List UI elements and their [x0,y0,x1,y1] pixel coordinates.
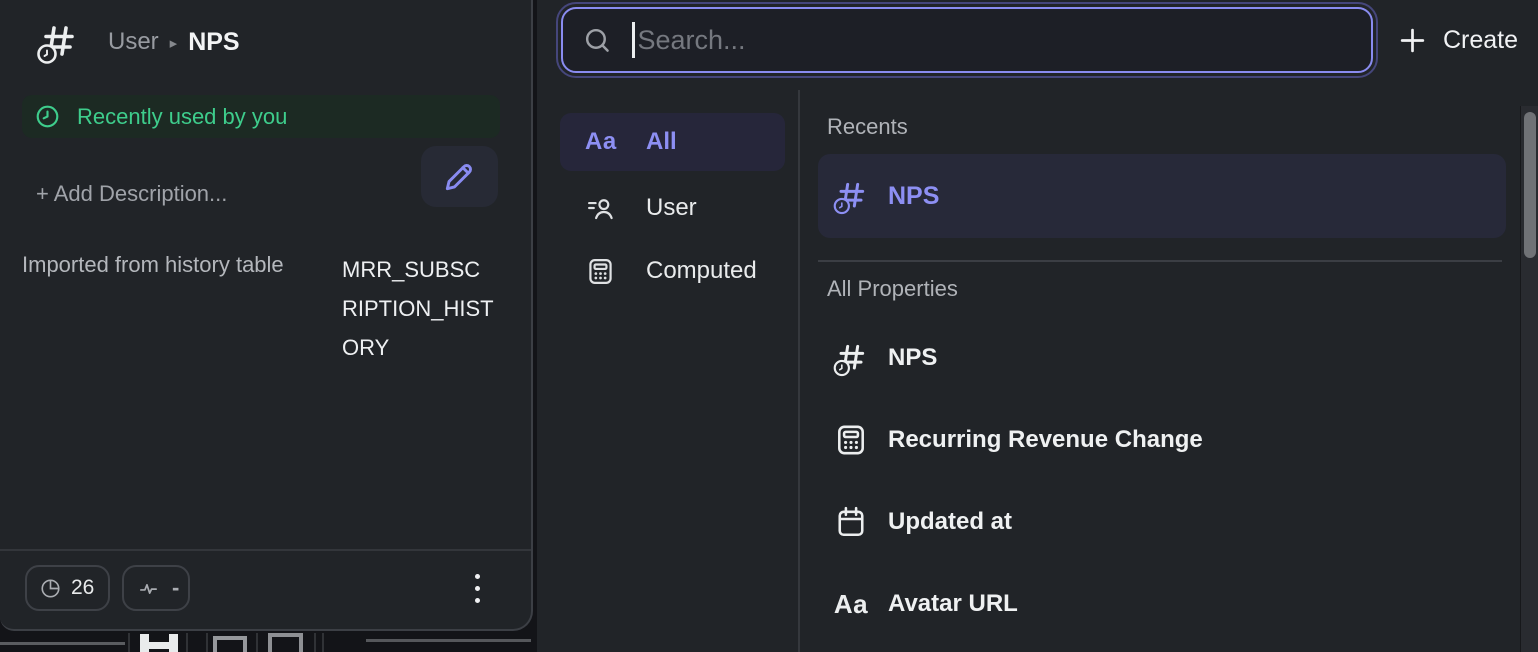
breadcrumb-current: NPS [188,28,239,57]
filter-tab-computed[interactable]: Computed [560,245,785,297]
pie-chart-icon [39,577,62,600]
result-item-label: Updated at [888,508,1012,536]
trend-value: - [172,575,179,601]
edit-description-button[interactable] [421,146,498,207]
fragment-line [0,642,125,645]
screen: User ▸ NPS Recently used by you + Add De… [0,0,1538,652]
property-item-recurring-revenue-change[interactable]: Recurring Revenue Change [818,410,1506,470]
property-item-updated-at[interactable]: Updated at [818,492,1506,552]
filter-label: User [646,194,697,222]
result-item-label: NPS [888,344,937,372]
fragment-line [256,633,258,652]
pencil-icon [441,158,478,195]
property-item-avatar-url[interactable]: Aa Avatar URL [818,574,1506,634]
number-clock-icon [34,18,82,66]
all-properties-section-header: All Properties [827,276,958,302]
property-search-overlay: Search... Create Aa All Use [537,0,1538,652]
filter-label: Computed [646,257,757,285]
section-divider [818,260,1502,262]
scrollbar-track[interactable] [1520,106,1538,652]
fragment-glyph [213,636,247,652]
fragment-glyph [140,634,178,652]
filter-tab-user[interactable]: User [560,183,785,233]
recents-section-header: Recents [827,114,908,140]
fragment-line [128,633,130,652]
panel-header: User ▸ NPS [34,14,240,70]
fragment-line [322,633,324,652]
more-options-button[interactable] [462,567,492,609]
number-clock-icon [830,338,872,378]
activity-pulse-icon [137,577,160,600]
search-input[interactable]: Search... [561,7,1373,73]
breadcrumb: User ▸ NPS [108,28,240,57]
underlying-page-fragment [0,633,535,652]
user-list-icon [585,193,629,224]
filter-tab-all[interactable]: Aa All [560,113,785,171]
fragment-line [206,633,208,652]
add-description-button[interactable]: + Add Description... [36,180,227,208]
fragment-line [314,633,316,652]
number-clock-icon [830,176,872,216]
column-divider [798,90,800,652]
text-cursor [632,22,635,58]
breadcrumb-chevron-icon: ▸ [170,34,178,52]
usage-count-value: 26 [71,576,94,600]
recently-used-label: Recently used by you [77,104,287,130]
result-item-label: Avatar URL [888,590,1018,618]
breadcrumb-parent[interactable]: User [108,28,159,56]
plus-icon [1397,25,1428,56]
search-placeholder: Search... [638,25,746,56]
property-detail-panel: User ▸ NPS Recently used by you + Add De… [0,0,533,631]
search-focus-ring: Search... [556,2,1378,78]
import-source-value: MRR_SUBSCRIPTION_HISTORY [342,250,494,367]
create-button-label: Create [1443,26,1518,55]
calculator-icon [585,256,629,287]
calculator-icon [830,422,872,458]
trend-pill[interactable]: - [122,565,190,611]
search-icon [582,25,613,56]
create-button[interactable]: Create [1397,12,1518,68]
recent-item-nps[interactable]: NPS [818,154,1506,238]
text-type-icon: Aa [585,128,629,156]
calendar-icon [830,504,872,540]
property-item-nps[interactable]: NPS [818,328,1506,388]
fragment-glyph [268,633,303,652]
scrollbar-thumb[interactable] [1524,112,1536,258]
import-source-label: Imported from history table [22,252,284,278]
recently-used-badge: Recently used by you [22,95,500,138]
footer-divider [0,549,531,551]
text-type-icon: Aa [830,589,872,620]
result-item-label: NPS [888,182,939,211]
fragment-line [186,633,188,652]
filter-label: All [646,128,677,156]
fragment-line [366,639,531,642]
usage-count-pill[interactable]: 26 [25,565,110,611]
clock-icon [34,103,61,130]
result-item-label: Recurring Revenue Change [888,426,1203,454]
